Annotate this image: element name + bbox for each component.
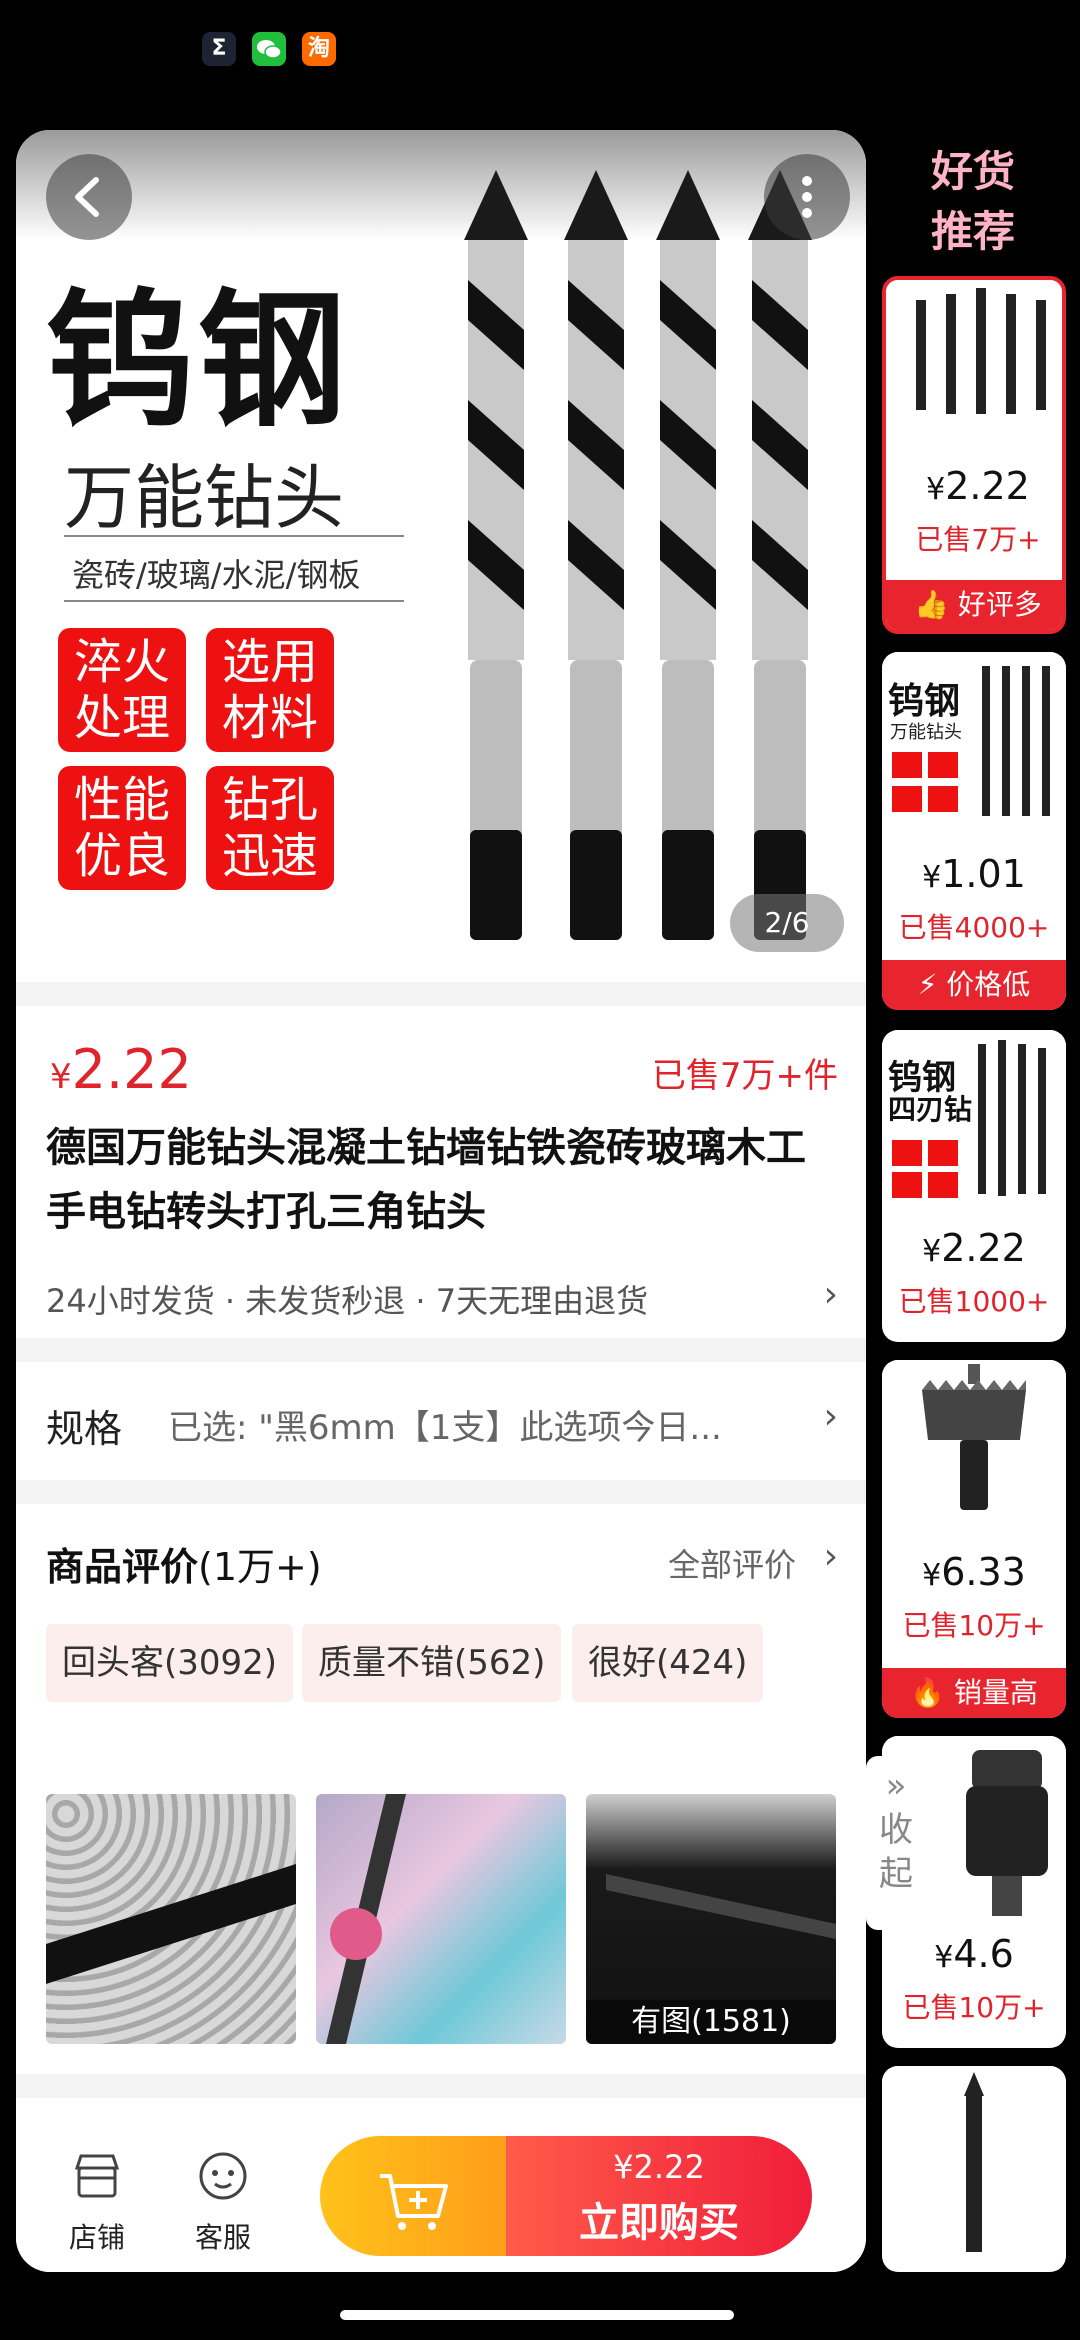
home-indicator[interactable]	[340, 2310, 734, 2320]
product-detail-page: 钨钢 万能钻头 瓷砖/玻璃/水泥/钢板 淬火 处理 选用 材料 性能 优良 钻孔…	[16, 130, 866, 2272]
chevron-right-icon[interactable]: ›	[824, 1536, 838, 1577]
hero-badge: 钻孔 迅速	[206, 766, 334, 890]
recommended-price: ¥1.01	[922, 852, 1026, 896]
recommended-sold: 已售1000+	[898, 1285, 1050, 1318]
cart-icon	[380, 2174, 448, 2230]
recommendation-title: 好货 推荐	[930, 147, 1015, 256]
customer-service-button[interactable]: 客服	[178, 2148, 268, 2256]
recommended-item[interactable]	[882, 2066, 1066, 2272]
product-thumbnail	[886, 280, 1062, 466]
spec-label: 规格	[46, 1407, 123, 1451]
thumbs-up-icon: 👍	[914, 588, 949, 621]
bottom-action-bar: 店铺 客服 ¥2.22 立即购买	[16, 2122, 866, 2272]
buy-label: 立即购买	[579, 2200, 739, 2246]
review-photo[interactable]	[316, 1794, 566, 2044]
recommended-sold: 已售4000+	[898, 911, 1050, 944]
collapse-panel-button[interactable]: » 收 起	[866, 1756, 926, 1930]
recommended-price: ¥2.22	[926, 464, 1030, 508]
drill-bit-image	[564, 170, 628, 940]
product-thumbnail: 钨钢 四刃钻	[882, 1030, 1066, 1216]
hero-materials: 瓷砖/玻璃/水泥/钢板	[72, 556, 361, 594]
recommended-price: ¥4.6	[934, 1932, 1014, 1976]
product-thumbnail	[882, 1360, 1066, 1546]
recommended-sold: 已售10万+	[902, 1609, 1046, 1642]
recommended-price: ¥6.33	[922, 1550, 1026, 1594]
carousel-page-indicator: 2/6	[730, 894, 844, 952]
chevron-right-icon: ›	[823, 1396, 838, 1437]
taobao-icon: 淘	[302, 32, 336, 66]
product-thumbnail	[882, 2066, 1066, 2252]
product-thumbnail: 钨钢 万能钻头	[882, 652, 1066, 838]
sold-count: 已售7万+件	[651, 1056, 838, 1096]
recommended-item[interactable]: ¥6.33 已售10万+ 🔥 销量高	[882, 1360, 1066, 1718]
divider	[64, 535, 404, 537]
drill-bit-image	[656, 170, 720, 940]
recommended-sold: 已售10万+	[902, 1991, 1046, 2024]
drill-bit-image	[748, 170, 812, 940]
chat-face-icon	[199, 2152, 247, 2200]
buy-price: ¥2.22	[613, 2148, 705, 2186]
chevron-left-icon	[75, 177, 99, 217]
recommended-item[interactable]: ¥2.22 已售7万+ 👍 好评多	[882, 276, 1066, 634]
chevron-right-icon[interactable]: ›	[824, 1274, 838, 1315]
photo-count-overlay: 有图(1581)	[586, 2000, 836, 2044]
recommended-tag: 🔥 销量高	[882, 1668, 1066, 1718]
review-photo[interactable]: 有图(1581)	[586, 1794, 836, 2044]
hero-badge: 性能 优良	[58, 766, 186, 890]
hero-subtitle: 万能钻头	[64, 457, 344, 539]
recommended-tag: ⚡ 价格低	[882, 960, 1066, 1010]
status-bar: Σ 淘	[0, 0, 1080, 110]
drill-bit-image	[464, 170, 528, 940]
spec-selector[interactable]: 规格 已选: "黑6mm【1支】此选项今日... ›	[16, 1362, 866, 1480]
recommendation-panel: 好货 推荐 ¥2.22 已售7万+ 👍 好评多 钨钢 万能钻头 ¥1.01 已售…	[866, 130, 1080, 2272]
double-chevron-right-icon: »	[885, 1766, 907, 1806]
recommended-sold: 已售7万+	[915, 523, 1041, 556]
review-photo[interactable]	[46, 1794, 296, 2044]
add-to-cart-button[interactable]	[320, 2136, 506, 2256]
more-button[interactable]	[764, 154, 850, 240]
recommended-price: ¥2.22	[922, 1226, 1026, 1270]
flame-icon: 🔥	[910, 1676, 945, 1709]
hero-top-gradient	[16, 130, 866, 240]
service-promises[interactable]: 24小时发货 · 未发货秒退 · 7天无理由退货	[46, 1276, 648, 1322]
spec-selected-value: 已选: "黑6mm【1支】此选项今日...	[168, 1408, 722, 1448]
review-tag[interactable]: 很好(424)	[572, 1624, 764, 1702]
recommended-item[interactable]: 钨钢 四刃钻 ¥2.22 已售1000+	[882, 1030, 1066, 1342]
hero-title: 钨钢	[46, 275, 350, 447]
product-title: 德国万能钻头混凝土钻墙钻铁瓷砖玻璃木工手电钻转头打孔三角钻头	[46, 1125, 806, 1235]
product-info-section: ¥2.22 已售7万+件 德国万能钻头混凝土钻墙钻铁瓷砖玻璃木工手电钻转头打孔三…	[16, 1006, 866, 1338]
store-icon	[74, 2154, 120, 2198]
lightning-icon: ⚡	[917, 968, 938, 1001]
review-tag[interactable]: 质量不错(562)	[302, 1624, 562, 1702]
wechat-icon	[252, 32, 286, 66]
product-image-carousel[interactable]: 钨钢 万能钻头 瓷砖/玻璃/水泥/钢板 淬火 处理 选用 材料 性能 优良 钻孔…	[16, 130, 866, 982]
recommended-tag: 👍 好评多	[886, 580, 1062, 630]
all-reviews-link[interactable]: 全部评价	[668, 1540, 796, 1586]
hero-badge: 选用 材料	[206, 628, 334, 752]
product-price: ¥2.22	[50, 1038, 192, 1101]
hero-badge: 淬火 处理	[58, 628, 186, 752]
more-vertical-icon	[802, 176, 812, 218]
shop-button[interactable]: 店铺	[52, 2148, 142, 2256]
review-tag[interactable]: 回头客(3092)	[46, 1624, 294, 1702]
reviews-title: 商品评价(1万+)	[46, 1545, 322, 1589]
recommended-item[interactable]: 钨钢 万能钻头 ¥1.01 已售4000+ ⚡ 价格低	[882, 652, 1066, 1010]
buy-now-button[interactable]: ¥2.22 立即购买	[506, 2136, 812, 2256]
divider	[64, 600, 404, 602]
sigma-app-icon: Σ	[202, 32, 236, 66]
reviews-section: 商品评价(1万+) 全部评价 › 回头客(3092) 质量不错(562) 很好(…	[16, 1504, 866, 2074]
back-button[interactable]	[46, 154, 132, 240]
